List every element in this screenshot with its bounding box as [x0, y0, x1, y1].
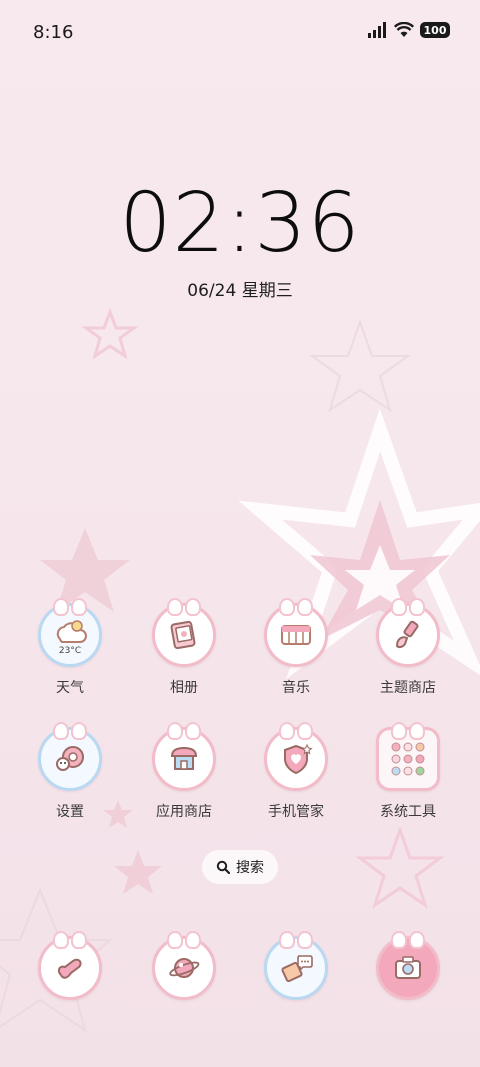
wifi-icon — [394, 22, 414, 37]
search-icon — [216, 860, 230, 874]
signal-icon — [368, 22, 386, 38]
app-label: 手机管家 — [268, 804, 324, 820]
app-weather[interactable]: 23°C 天气 — [20, 598, 120, 697]
clock-widget-date: 06/24 星期三 — [187, 281, 293, 301]
dock-phone[interactable] — [20, 931, 120, 1000]
security-shield-icon — [264, 722, 328, 791]
status-bar: 8:16 100 — [0, 0, 480, 68]
music-icon — [264, 598, 328, 667]
app-label: 系统工具 — [380, 804, 436, 820]
dock-browser[interactable] — [134, 931, 234, 1000]
app-phone-manager[interactable]: 手机管家 — [246, 722, 346, 821]
weather-temp: 23°C — [59, 646, 81, 655]
app-settings[interactable]: 设置 — [20, 722, 120, 821]
app-label: 天气 — [56, 680, 84, 696]
dock-camera[interactable] — [358, 931, 458, 1000]
app-label: 设置 — [56, 804, 84, 820]
theme-brush-icon — [376, 598, 440, 667]
app-store-icon — [152, 722, 216, 791]
app-label: 相册 — [170, 680, 198, 696]
app-label: 音乐 — [282, 680, 310, 696]
wallpaper-stars — [0, 307, 480, 1033]
app-system-tools-folder[interactable]: 系统工具 — [358, 722, 458, 821]
gallery-icon — [152, 598, 216, 667]
app-theme-store[interactable]: 主题商店 — [358, 598, 458, 697]
status-icons: 100 — [368, 22, 450, 38]
app-gallery[interactable]: 相册 — [134, 598, 234, 697]
phone-icon — [38, 931, 102, 1000]
dock-messages[interactable] — [246, 931, 346, 1000]
camera-icon — [376, 931, 440, 1000]
app-label: 应用商店 — [156, 804, 212, 820]
messages-icon — [264, 931, 328, 1000]
browser-planet-icon — [152, 931, 216, 1000]
weather-cloud-icon: 23°C — [38, 598, 102, 667]
search-label: 搜索 — [236, 860, 264, 876]
settings-icon — [38, 722, 102, 791]
battery-icon: 100 — [420, 22, 450, 38]
search-button[interactable]: 搜索 — [202, 850, 278, 884]
app-label: 主题商店 — [380, 680, 436, 696]
app-app-store[interactable]: 应用商店 — [134, 722, 234, 821]
battery-level: 100 — [423, 23, 447, 37]
status-time: 8:16 — [33, 22, 74, 43]
system-tools-folder-icon — [376, 722, 440, 791]
app-music[interactable]: 音乐 — [246, 598, 346, 697]
clock-widget-time[interactable]: 02:36 — [0, 176, 480, 271]
